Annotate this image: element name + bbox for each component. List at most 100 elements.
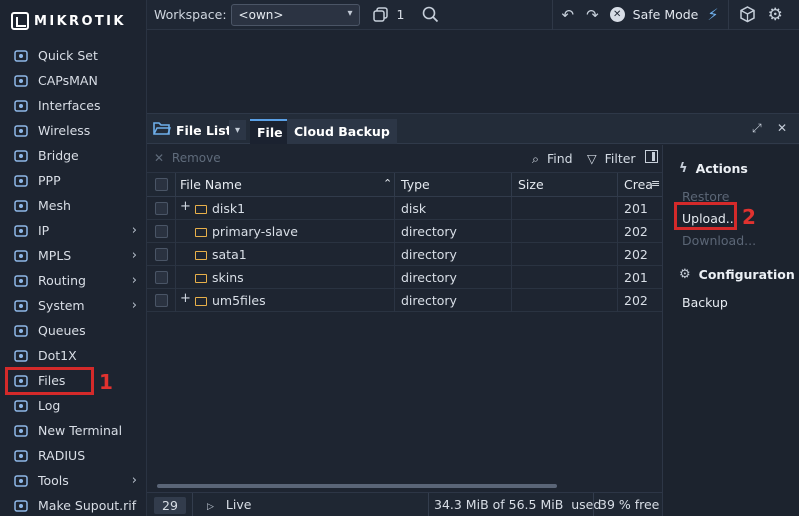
file-type: disk: [401, 201, 427, 216]
select-all-checkbox[interactable]: [155, 178, 168, 191]
magic-wand-icon: [12, 47, 30, 65]
row-checkbox[interactable]: [155, 202, 168, 215]
safe-mode-toggle[interactable]: ✕: [609, 7, 625, 22]
sidebar-item-dot1x[interactable]: Dot1X: [0, 343, 146, 368]
panel-toggle-icon[interactable]: [645, 150, 658, 163]
download-button[interactable]: Download...: [682, 233, 756, 248]
settings-gear-icon[interactable]: ⚙: [768, 5, 783, 25]
sidebar-item-quick-set[interactable]: Quick Set: [0, 43, 146, 68]
sidebar-item-tools[interactable]: Tools ›: [0, 468, 146, 493]
row-checkbox[interactable]: [155, 248, 168, 261]
cell-divider: [175, 243, 176, 266]
chevron-right-icon: ›: [131, 248, 137, 263]
windows-count: 1: [396, 7, 405, 22]
mesh-icon: [12, 197, 30, 215]
file-name-cell: um5files: [195, 293, 266, 308]
configuration-title: Configuration: [698, 267, 795, 282]
sidebar-item-wireless[interactable]: Wireless: [0, 118, 146, 143]
row-checkbox[interactable]: [155, 271, 168, 284]
item-count-badge: 29: [154, 497, 186, 514]
sidebar-item-ppp[interactable]: PPP: [0, 168, 146, 193]
workspace-value: <own>: [238, 7, 284, 22]
cell-divider: [617, 243, 618, 266]
table-row[interactable]: primary-slave directory 202: [147, 220, 662, 243]
file-toolbar: ✕ Remove ⌕ Find ▽ Filter: [147, 145, 662, 173]
tab-file[interactable]: File: [250, 119, 290, 144]
windows-icon[interactable]: [372, 6, 389, 23]
column-header-size[interactable]: Size: [518, 177, 544, 192]
folder-icon: [195, 274, 207, 283]
live-label: Live: [225, 497, 252, 512]
sidebar-item-queues[interactable]: Queues: [0, 318, 146, 343]
redo-icon[interactable]: ↷: [586, 6, 599, 24]
capsman-icon: [12, 72, 30, 90]
file-name: skins: [212, 270, 244, 285]
play-icon: ▷: [207, 502, 214, 512]
cell-divider: [394, 220, 395, 243]
filter-icon: ▽: [587, 151, 597, 166]
sidebar-item-mesh[interactable]: Mesh: [0, 193, 146, 218]
file-created: 201: [624, 201, 648, 216]
sidebar-item-mpls[interactable]: MPLS ›: [0, 243, 146, 268]
workspace-select[interactable]: <own> ▾: [230, 3, 360, 26]
file-created: 202: [624, 293, 648, 308]
sidebar-item-log[interactable]: Log: [0, 393, 146, 418]
chevron-right-icon: ›: [131, 473, 137, 488]
sidebar-item-interfaces[interactable]: Interfaces: [0, 93, 146, 118]
cell-divider: [394, 289, 395, 312]
sidebar-item-make-supout-rif[interactable]: Make Supout.rif: [0, 493, 146, 516]
remove-button[interactable]: ✕ Remove: [154, 151, 221, 165]
table-row[interactable]: sata1 directory 202: [147, 243, 662, 266]
column-menu-icon[interactable]: ≡: [651, 177, 660, 190]
close-icon[interactable]: ✕: [777, 121, 787, 135]
column-header-type[interactable]: Type: [401, 177, 430, 192]
cell-divider: [511, 289, 512, 312]
sidebar-item-label: PPP: [38, 173, 61, 188]
topbar-divider-2: [727, 0, 729, 30]
sidebar-item-capsman[interactable]: CAPsMAN: [0, 68, 146, 93]
expand-icon[interactable]: +: [180, 199, 191, 214]
horizontal-scrollbar[interactable]: [157, 484, 557, 488]
annotation-marker-1: 1: [99, 370, 113, 394]
live-toggle[interactable]: ▷ Live: [207, 497, 251, 512]
table-row[interactable]: skins directory 201: [147, 266, 662, 289]
maximize-icon[interactable]: ⤢: [752, 121, 762, 136]
tab-cloud-backup[interactable]: Cloud Backup: [287, 119, 397, 144]
search-icon[interactable]: [422, 6, 439, 23]
mpls-icon: [12, 247, 30, 265]
file-list-window: File List ▾ File Cloud Backup ⤢ ✕ ✕ Remo…: [147, 113, 799, 516]
row-checkbox[interactable]: [155, 294, 168, 307]
sidebar-item-bridge[interactable]: Bridge: [0, 143, 146, 168]
table-row[interactable]: + um5files directory 202: [147, 289, 662, 312]
sidebar-item-radius[interactable]: RADIUS: [0, 443, 146, 468]
filter-button[interactable]: ▽ Filter: [587, 151, 636, 166]
sidebar-item-ip[interactable]: IP ›: [0, 218, 146, 243]
window-menu-dropdown[interactable]: ▾: [229, 120, 246, 140]
chevron-down-icon: ▾: [234, 124, 241, 136]
table-row[interactable]: + disk1 disk 201: [147, 197, 662, 220]
undo-icon[interactable]: ↶: [562, 6, 575, 24]
column-header-file-name[interactable]: File Name: [180, 177, 242, 192]
sort-ascending-icon[interactable]: ⌃: [383, 177, 392, 190]
actions-heading: ϟ Actions: [679, 161, 748, 176]
backup-button[interactable]: Backup: [682, 295, 728, 310]
package-icon[interactable]: [739, 6, 756, 23]
sidebar-item-new-terminal[interactable]: New Terminal: [0, 418, 146, 443]
bridge-icon: [12, 147, 30, 165]
brand-name: MIKROTIK: [34, 13, 126, 29]
safe-mode-icon[interactable]: ⚡: [707, 5, 718, 24]
sidebar-item-routing[interactable]: Routing ›: [0, 268, 146, 293]
sidebar-item-label: Log: [38, 398, 61, 413]
sidebar-item-system[interactable]: System ›: [0, 293, 146, 318]
column-divider: [175, 173, 176, 197]
chevron-right-icon: ›: [131, 298, 137, 313]
expand-icon[interactable]: +: [180, 291, 191, 306]
window-title-text: File List: [176, 123, 232, 138]
sidebar-item-label: Mesh: [38, 198, 71, 213]
wireless-icon: [12, 122, 30, 140]
row-checkbox[interactable]: [155, 225, 168, 238]
actions-panel: ϟ Actions Restore Upload... Download... …: [662, 145, 799, 516]
find-button[interactable]: ⌕ Find: [532, 151, 573, 167]
column-header-created[interactable]: Crea: [624, 177, 653, 192]
workspace-label: Workspace:: [154, 7, 227, 22]
